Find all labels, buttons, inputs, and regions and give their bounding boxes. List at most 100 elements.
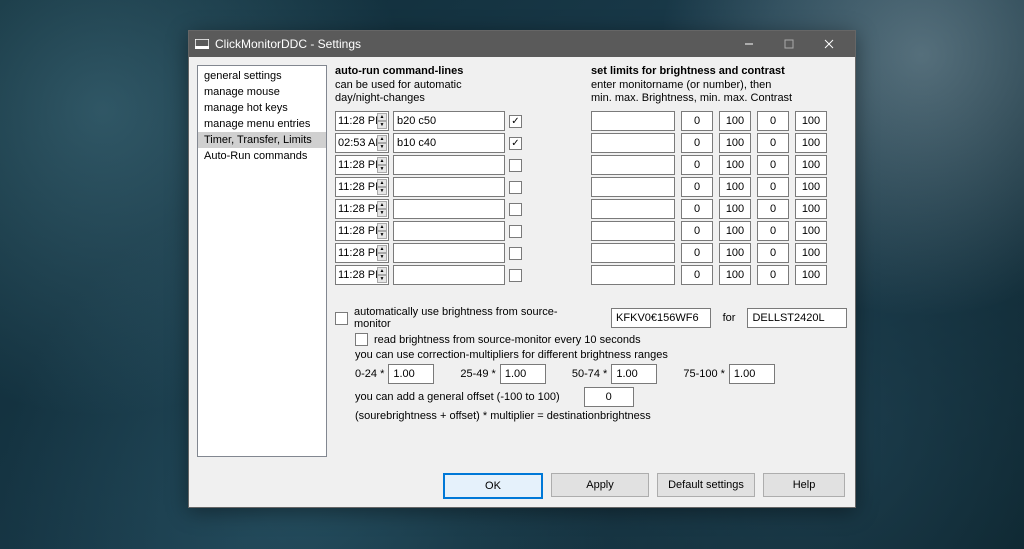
brightness-max-input[interactable]: 100 [719,155,751,175]
spinner-up-icon[interactable]: ▲ [377,157,387,165]
monitor-name-input[interactable] [591,111,675,131]
range-0-input[interactable]: 1.00 [388,364,434,384]
brightness-max-input[interactable]: 100 [719,111,751,131]
close-button[interactable] [809,31,849,57]
brightness-max-input[interactable]: 100 [719,265,751,285]
time-input[interactable]: 11:28 PM▲▼ [335,221,389,241]
enable-checkbox[interactable] [509,203,522,216]
sidebar-item-timer[interactable]: Timer, Transfer, Limits [198,132,326,148]
maximize-button[interactable] [769,31,809,57]
contrast-max-input[interactable]: 100 [795,265,827,285]
contrast-max-input[interactable]: 100 [795,155,827,175]
command-input[interactable] [393,221,505,241]
contrast-min-input[interactable]: 0 [757,155,789,175]
command-input[interactable] [393,199,505,219]
brightness-max-input[interactable]: 100 [719,133,751,153]
help-button[interactable]: Help [763,473,845,497]
brightness-min-input[interactable]: 0 [681,199,713,219]
spinner-up-icon[interactable]: ▲ [377,179,387,187]
spinner-up-icon[interactable]: ▲ [377,223,387,231]
ok-button[interactable]: OK [443,473,543,499]
monitor-name-input[interactable] [591,133,675,153]
command-input[interactable]: b10 c40 [393,133,505,153]
contrast-min-input[interactable]: 0 [757,111,789,131]
time-input[interactable]: 11:28 PM▲▼ [335,199,389,219]
contrast-min-input[interactable]: 0 [757,243,789,263]
monitor-name-input[interactable] [591,221,675,241]
monitor-name-input[interactable] [591,177,675,197]
brightness-min-input[interactable]: 0 [681,177,713,197]
spinner-down-icon[interactable]: ▼ [377,275,387,283]
contrast-max-input[interactable]: 100 [795,111,827,131]
range-2-input[interactable]: 1.00 [611,364,657,384]
time-spinner[interactable]: ▲▼ [377,267,387,283]
offset-input[interactable]: 0 [584,387,634,407]
brightness-max-input[interactable]: 100 [719,221,751,241]
enable-checkbox[interactable]: ✓ [509,137,522,150]
enable-checkbox[interactable] [509,181,522,194]
spinner-up-icon[interactable]: ▲ [377,267,387,275]
time-spinner[interactable]: ▲▼ [377,223,387,239]
sidebar-item-general[interactable]: general settings [198,68,326,84]
contrast-max-input[interactable]: 100 [795,199,827,219]
source-monitor-input[interactable]: KFKV0€156WF6 [611,308,711,328]
time-input[interactable]: 11:28 PM▲▼ [335,177,389,197]
command-input[interactable] [393,155,505,175]
sidebar-item-autorun[interactable]: Auto-Run commands [198,148,326,164]
enable-checkbox[interactable] [509,159,522,172]
time-input[interactable]: 11:28 PM▲▼ [335,265,389,285]
contrast-min-input[interactable]: 0 [757,265,789,285]
apply-button[interactable]: Apply [551,473,649,497]
time-spinner[interactable]: ▲▼ [377,113,387,129]
spinner-down-icon[interactable]: ▼ [377,165,387,173]
spinner-down-icon[interactable]: ▼ [377,143,387,151]
default-settings-button[interactable]: Default settings [657,473,755,497]
spinner-down-icon[interactable]: ▼ [377,209,387,217]
enable-checkbox[interactable] [509,269,522,282]
minimize-button[interactable] [729,31,769,57]
brightness-min-input[interactable]: 0 [681,155,713,175]
contrast-min-input[interactable]: 0 [757,177,789,197]
monitor-name-input[interactable] [591,199,675,219]
command-input[interactable] [393,177,505,197]
read-brightness-checkbox[interactable] [355,333,368,346]
time-input[interactable]: 11:28 PM▲▼ [335,155,389,175]
time-spinner[interactable]: ▲▼ [377,135,387,151]
monitor-name-input[interactable] [591,265,675,285]
enable-checkbox[interactable]: ✓ [509,115,522,128]
contrast-min-input[interactable]: 0 [757,133,789,153]
contrast-max-input[interactable]: 100 [795,221,827,241]
auto-brightness-checkbox[interactable] [335,312,348,325]
brightness-max-input[interactable]: 100 [719,199,751,219]
range-1-input[interactable]: 1.00 [500,364,546,384]
brightness-min-input[interactable]: 0 [681,243,713,263]
spinner-down-icon[interactable]: ▼ [377,187,387,195]
brightness-min-input[interactable]: 0 [681,221,713,241]
spinner-up-icon[interactable]: ▲ [377,113,387,121]
spinner-down-icon[interactable]: ▼ [377,121,387,129]
spinner-up-icon[interactable]: ▲ [377,245,387,253]
brightness-min-input[interactable]: 0 [681,111,713,131]
time-spinner[interactable]: ▲▼ [377,179,387,195]
brightness-max-input[interactable]: 100 [719,243,751,263]
enable-checkbox[interactable] [509,247,522,260]
spinner-up-icon[interactable]: ▲ [377,201,387,209]
contrast-min-input[interactable]: 0 [757,221,789,241]
sidebar-item-menu[interactable]: manage menu entries [198,116,326,132]
monitor-name-input[interactable] [591,155,675,175]
enable-checkbox[interactable] [509,225,522,238]
time-input[interactable]: 11:28 PM▲▼ [335,243,389,263]
time-spinner[interactable]: ▲▼ [377,157,387,173]
time-input[interactable]: 02:53 AM▲▼ [335,133,389,153]
dest-monitor-input[interactable]: DELLST2420L [747,308,847,328]
contrast-max-input[interactable]: 100 [795,177,827,197]
spinner-down-icon[interactable]: ▼ [377,253,387,261]
brightness-max-input[interactable]: 100 [719,177,751,197]
command-input[interactable] [393,265,505,285]
titlebar[interactable]: ClickMonitorDDC - Settings [189,31,855,57]
sidebar-item-mouse[interactable]: manage mouse [198,84,326,100]
brightness-min-input[interactable]: 0 [681,265,713,285]
contrast-max-input[interactable]: 100 [795,133,827,153]
range-3-input[interactable]: 1.00 [729,364,775,384]
time-spinner[interactable]: ▲▼ [377,245,387,261]
